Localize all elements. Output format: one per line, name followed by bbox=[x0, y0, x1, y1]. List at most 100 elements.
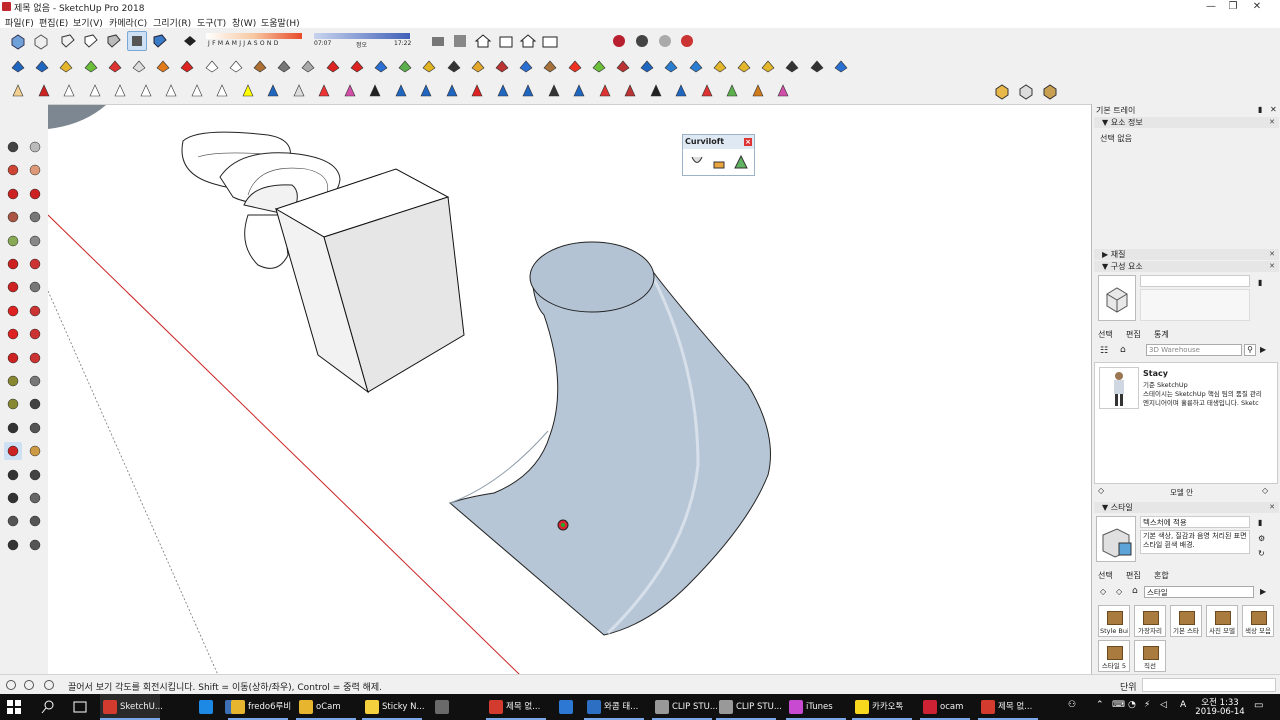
arc-3pt-icon[interactable] bbox=[26, 278, 44, 296]
fredo-tool-icon-11[interactable] bbox=[263, 81, 283, 101]
sandbox-tool-icon-9[interactable] bbox=[202, 56, 222, 76]
3d-text-icon[interactable] bbox=[26, 419, 44, 437]
fredo-tool-icon-2[interactable] bbox=[34, 81, 54, 101]
arc-icon[interactable] bbox=[4, 255, 22, 273]
sandbox-tool-icon-32[interactable] bbox=[758, 56, 778, 76]
view-options-icon[interactable]: ☷ bbox=[1100, 346, 1108, 356]
sandbox-tool-icon-19[interactable] bbox=[444, 56, 464, 76]
fredo-tool-icon-8[interactable] bbox=[187, 81, 207, 101]
zoom-icon[interactable] bbox=[4, 466, 22, 484]
warehouse-icon[interactable] bbox=[428, 31, 448, 51]
sandbox-tool-icon-21[interactable] bbox=[492, 56, 512, 76]
taskbar-item-8[interactable]: 제목 없... bbox=[486, 694, 546, 720]
close-button[interactable]: ✕ bbox=[1234, 0, 1280, 14]
sandbox-tool-icon-12[interactable] bbox=[274, 56, 294, 76]
tray-close-icon[interactable]: ✕ bbox=[1270, 105, 1277, 114]
sandbox-tool-icon-2[interactable] bbox=[32, 56, 52, 76]
sandbox-tool-icon-10[interactable] bbox=[226, 56, 246, 76]
sandbox-tool-icon-31[interactable] bbox=[734, 56, 754, 76]
components-header[interactable]: ▼ 구성 요소 ✕ bbox=[1094, 261, 1279, 272]
style-swatch-3[interactable]: 기본 스타 bbox=[1170, 605, 1202, 637]
task-view-icon[interactable] bbox=[72, 699, 88, 715]
sandbox-tool-icon-3[interactable] bbox=[56, 56, 76, 76]
ime-icon[interactable]: ⌨ bbox=[1112, 700, 1125, 710]
top-view-icon[interactable] bbox=[31, 31, 51, 51]
shaded-textures-icon[interactable] bbox=[127, 31, 147, 51]
polygon-icon[interactable] bbox=[26, 232, 44, 250]
sandbox-tool-icon-14[interactable] bbox=[323, 56, 343, 76]
wireframe-icon[interactable] bbox=[81, 31, 101, 51]
look-around-icon[interactable] bbox=[26, 512, 44, 530]
credits-icon[interactable] bbox=[24, 680, 34, 690]
style-create-icon[interactable]: ⚙ bbox=[1258, 534, 1265, 543]
text-icon[interactable] bbox=[26, 372, 44, 390]
loft-along-path-icon[interactable] bbox=[733, 154, 749, 170]
windows-start-icon[interactable] bbox=[6, 699, 22, 715]
skinning-icon[interactable] bbox=[711, 154, 727, 170]
fredo-tool-icon-29[interactable] bbox=[722, 81, 742, 101]
component-tool-icon-1[interactable] bbox=[992, 81, 1012, 101]
monochrome-icon[interactable] bbox=[150, 31, 170, 51]
styles-back-icon[interactable]: ◇ bbox=[1100, 587, 1106, 596]
style-swatch-2[interactable]: 가장자리 bbox=[1134, 605, 1166, 637]
fredo-tool-icon-13[interactable] bbox=[314, 81, 334, 101]
fredo-tool-icon-5[interactable] bbox=[110, 81, 130, 101]
component-tool-icon-2[interactable] bbox=[1016, 81, 1036, 101]
style-swatch-5[interactable]: 색상 모음 bbox=[1242, 605, 1274, 637]
fredo-tool-icon-12[interactable] bbox=[289, 81, 309, 101]
sandbox-tool-icon-13[interactable] bbox=[298, 56, 318, 76]
section-plane-icon[interactable] bbox=[26, 536, 44, 554]
sandbox-tool-icon-18[interactable] bbox=[419, 56, 439, 76]
style-update-icon[interactable]: ▮ bbox=[1258, 518, 1262, 527]
fredo-tool-icon-27[interactable] bbox=[671, 81, 691, 101]
fredo-tool-icon-4[interactable] bbox=[85, 81, 105, 101]
input-language[interactable]: A bbox=[1180, 700, 1186, 710]
axes-icon[interactable] bbox=[26, 395, 44, 413]
sandbox-tool-icon-35[interactable] bbox=[831, 56, 851, 76]
sandbox-tool-icon-7[interactable] bbox=[153, 56, 173, 76]
time-slider[interactable] bbox=[314, 33, 410, 39]
clock-date[interactable]: 2019-06-14 bbox=[1194, 707, 1246, 717]
search-icon[interactable]: ⚲ bbox=[1244, 344, 1256, 356]
rotated-rect-icon[interactable] bbox=[26, 208, 44, 226]
sandbox-tool-icon-20[interactable] bbox=[468, 56, 488, 76]
fredo-tool-icon-16[interactable] bbox=[391, 81, 411, 101]
taskbar-item-1[interactable]: SketchU... bbox=[100, 694, 163, 720]
fredo-tool-icon-7[interactable] bbox=[161, 81, 181, 101]
fredo-tool-icon-6[interactable] bbox=[136, 81, 156, 101]
xray-icon[interactable] bbox=[58, 31, 78, 51]
fredo-tool-icon-10[interactable] bbox=[238, 81, 258, 101]
iso-view-icon[interactable] bbox=[8, 31, 28, 51]
tape-measure-icon[interactable] bbox=[4, 372, 22, 390]
fredo-tool-icon-17[interactable] bbox=[416, 81, 436, 101]
circle-icon[interactable] bbox=[4, 232, 22, 250]
taskbar-item-13[interactable]: iTunes bbox=[786, 694, 846, 720]
offset-icon[interactable] bbox=[26, 349, 44, 367]
ruby-plugin-icon-3[interactable] bbox=[655, 31, 675, 51]
fredo-tool-icon-30[interactable] bbox=[748, 81, 768, 101]
eraser-icon[interactable] bbox=[26, 161, 44, 179]
materials-header[interactable]: ▶ 재질 ✕ bbox=[1094, 249, 1279, 260]
extension-warehouse-icon[interactable] bbox=[450, 31, 470, 51]
select-icon[interactable] bbox=[4, 138, 22, 156]
loft-by-spline-icon[interactable] bbox=[689, 154, 705, 170]
sandbox-tool-icon-29[interactable] bbox=[686, 56, 706, 76]
network-icon[interactable]: ◔ bbox=[1128, 700, 1136, 710]
house-icon[interactable] bbox=[473, 31, 493, 51]
previous-icon[interactable] bbox=[26, 489, 44, 507]
taskbar-item-12[interactable]: CLIP STU... bbox=[716, 694, 782, 720]
people-icon[interactable]: ⚇ bbox=[1068, 700, 1076, 710]
rotate-icon[interactable] bbox=[4, 325, 22, 343]
sandbox-tool-icon-33[interactable] bbox=[782, 56, 802, 76]
notifications-icon[interactable]: ▭ bbox=[1254, 700, 1263, 711]
tray-pin-icon[interactable]: ▮ bbox=[1258, 105, 1262, 114]
sandbox-tool-icon-24[interactable] bbox=[565, 56, 585, 76]
share-model-icon[interactable] bbox=[496, 31, 516, 51]
sandbox-tool-icon-22[interactable] bbox=[516, 56, 536, 76]
fredo-tool-icon-23[interactable] bbox=[569, 81, 589, 101]
sandbox-tool-icon-6[interactable] bbox=[129, 56, 149, 76]
search-icon[interactable] bbox=[40, 699, 56, 715]
components-tab-select[interactable]: 선택 bbox=[1098, 329, 1113, 340]
entity-info-header[interactable]: ▼ 요소 정보 ✕ bbox=[1094, 117, 1279, 128]
usb-icon[interactable]: ⚡ bbox=[1144, 700, 1150, 710]
